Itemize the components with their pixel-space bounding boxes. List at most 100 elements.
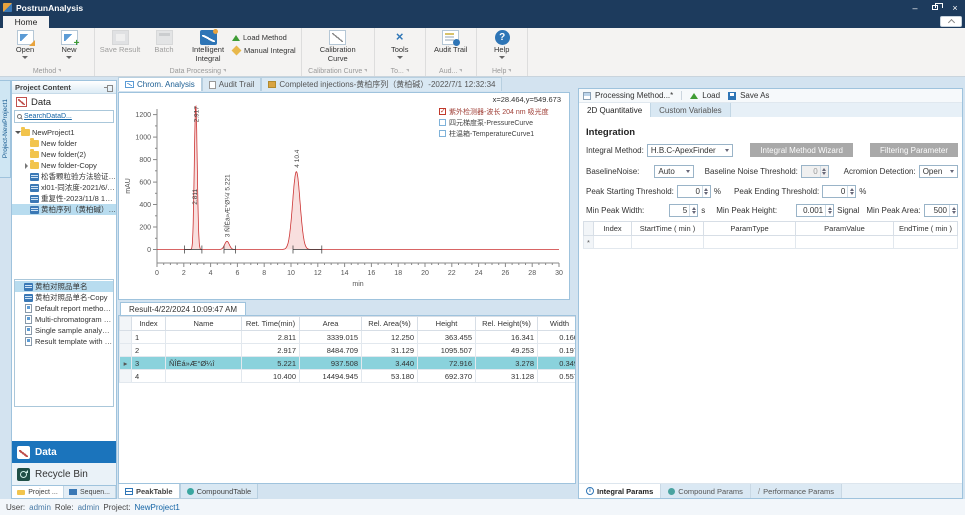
save-as-button[interactable]: Save As [740, 91, 769, 100]
tab-custom-variables[interactable]: Custom Variables [651, 103, 731, 117]
min-peak-height-spinner[interactable]: 0.001 [796, 204, 834, 217]
table-row[interactable]: 12.8113339.01512.250363.45516.3410.160 [120, 331, 577, 344]
spinner-arrows[interactable] [847, 186, 855, 197]
sidebar-item-recycle-bin[interactable]: Recycle Bin [12, 463, 116, 485]
column-header[interactable]: StartTime ( min ) [632, 222, 704, 236]
help-button[interactable]: ? Help [480, 29, 524, 59]
column-header[interactable]: Width [538, 317, 577, 331]
baseline-noise-select[interactable]: Auto [654, 165, 693, 178]
open-button[interactable]: Open [3, 29, 47, 59]
collapse-icon[interactable] [14, 131, 21, 134]
legend-checkbox[interactable] [439, 119, 446, 126]
column-header[interactable]: Index [594, 222, 632, 236]
tree-item[interactable]: New folder [12, 138, 116, 149]
column-header[interactable]: Height [418, 317, 476, 331]
column-header[interactable]: Name [166, 317, 242, 331]
column-header[interactable]: EndTime ( min ) [894, 222, 958, 236]
table-row[interactable]: ▸3ÑÎËá»Æ°Ø¼î5.221937.5083.44072.9163.278… [120, 357, 577, 370]
min-peak-area-spinner[interactable]: 500 [924, 204, 958, 217]
tab-completed-injections[interactable]: Completed injections-黄柏序列（黄柏碱）-2022/7/1 … [261, 77, 502, 91]
tree-item[interactable]: 重复性-2023/11/8 13:... [12, 193, 116, 204]
list-item[interactable]: 黄柏对照品单名 [15, 281, 113, 292]
expand-icon[interactable] [23, 163, 30, 169]
tree-item[interactable]: NewProject1 [12, 127, 116, 138]
new-button[interactable]: New [47, 29, 91, 59]
integral-method-wizard-button[interactable]: Integral Method Wizard [750, 143, 853, 157]
column-header[interactable]: Index [132, 317, 166, 331]
pin-icon[interactable] [104, 84, 113, 91]
load-method-button[interactable]: Load Method [232, 33, 296, 42]
spinner-arrows[interactable] [689, 205, 697, 216]
processing-method-label[interactable]: Processing Method...* [595, 91, 673, 100]
peak-ending-threshold-spinner[interactable]: 0 [822, 185, 856, 198]
spinner-arrows[interactable] [825, 205, 833, 216]
filtering-parameter-button[interactable]: Filtering Parameter [870, 143, 958, 157]
table-row[interactable]: 410.40014494.94553.180692.37031.1280.557 [120, 370, 577, 383]
tab-2d-quantitative[interactable]: 2D Quantitative [579, 103, 651, 117]
left-strip: Project-NewProject1 [0, 80, 11, 499]
legend-label: 柱温箱-TemperatureCurve1 [449, 129, 534, 139]
tab-home[interactable]: Home [3, 16, 49, 28]
list-item[interactable]: Default report method te... [15, 303, 113, 314]
search-box[interactable]: SearchDataD... [14, 110, 114, 123]
batch-button[interactable]: Batch [142, 29, 186, 55]
calibration-curve-button[interactable]: Calibration Curve [316, 29, 360, 63]
tab-sequence-label: Sequen... [80, 489, 110, 496]
ribbon-collapse-button[interactable] [940, 16, 962, 27]
tree-item[interactable]: 松香颗粒验方法验证-2... [12, 171, 116, 182]
table-row[interactable]: 22.9178484.70931.1291095.50749.2530.197 [120, 344, 577, 357]
tab-integral-params[interactable]: i Integral Params [579, 484, 661, 498]
acromion-detection-select[interactable]: Open [919, 165, 958, 178]
list-item[interactable]: Result template with stand... [15, 336, 113, 347]
project-vertical-tab[interactable]: Project-NewProject1 [0, 80, 11, 178]
list-item[interactable]: Multi-chromatogram com... [15, 314, 113, 325]
tree-item[interactable]: New folder(2) [12, 149, 116, 160]
intelligent-integral-button[interactable]: Intelligent Integral [186, 29, 230, 63]
baseline-noise-threshold-spinner[interactable]: 0 [801, 165, 829, 178]
manual-integral-button[interactable]: Manual Integral [232, 46, 296, 55]
close-button[interactable]: × [945, 0, 965, 15]
tab-compound-params[interactable]: Compound Params [661, 484, 751, 498]
tree-item[interactable]: xl01-同浓度-2021/6/1... [12, 182, 116, 193]
table-row[interactable]: * [584, 236, 958, 249]
tab-chrom-analysis[interactable]: Chrom. Analysis [118, 77, 202, 91]
audit-trail-button[interactable]: Audit Trail [429, 29, 473, 55]
chevron-down-icon [397, 56, 403, 59]
doc-icon [25, 326, 32, 335]
column-header[interactable]: Ret. Time(min) [242, 317, 300, 331]
legend-checkbox[interactable]: ✓ [439, 108, 446, 115]
spinner-arrows[interactable] [949, 205, 957, 216]
minimize-button[interactable]: – [905, 0, 925, 15]
tab-audit-trail[interactable]: Audit Trail [202, 77, 262, 91]
sidebar-item-data[interactable]: Data [12, 441, 116, 463]
legend-checkbox[interactable] [439, 130, 446, 137]
list-item[interactable]: 黄柏对照品单名-Copy [15, 292, 113, 303]
min-peak-height-unit: Signal [837, 206, 859, 215]
tree-item[interactable]: 黄柏序列（黄柏碱）-2... [12, 204, 116, 215]
tools-button[interactable]: × Tools [378, 29, 422, 59]
result-tab[interactable]: Result-4/22/2024 10:09:47 AM [120, 302, 246, 315]
list-item[interactable]: Single sample analysis res... [15, 325, 113, 336]
column-header[interactable]: ParamValue [796, 222, 894, 236]
min-peak-width-spinner[interactable]: 5 [669, 204, 698, 217]
save-result-button[interactable]: Save Result [98, 29, 142, 55]
column-header[interactable]: Area [300, 317, 362, 331]
spinner-arrows[interactable] [820, 166, 828, 177]
tab-peaktable[interactable]: PeakTable [118, 484, 180, 499]
tree-item[interactable]: New folder-Copy [12, 160, 116, 171]
search-link[interactable]: SearchDataD... [24, 113, 72, 120]
peak-starting-threshold-spinner[interactable]: 0 [677, 185, 711, 198]
column-header[interactable]: Rel. Height(%) [476, 317, 538, 331]
chromatogram-panel[interactable]: 0200400600800100012000246810121416182022… [118, 92, 570, 300]
column-header[interactable]: ParamType [704, 222, 796, 236]
center-bottom-tabs: PeakTable CompoundTable [118, 484, 258, 499]
restore-button[interactable] [925, 0, 945, 15]
tab-compoundtable[interactable]: CompoundTable [180, 484, 259, 499]
tab-sequence[interactable]: Sequen... [64, 486, 116, 498]
spinner-arrows[interactable] [702, 186, 710, 197]
column-header[interactable]: Rel. Area(%) [362, 317, 418, 331]
integral-method-select[interactable]: H.B.C-ApexFinder [647, 144, 733, 157]
tab-project[interactable]: Project ... [12, 486, 64, 498]
load-button[interactable]: Load [702, 91, 720, 100]
tab-performance-params[interactable]: / Performance Params [751, 484, 842, 498]
